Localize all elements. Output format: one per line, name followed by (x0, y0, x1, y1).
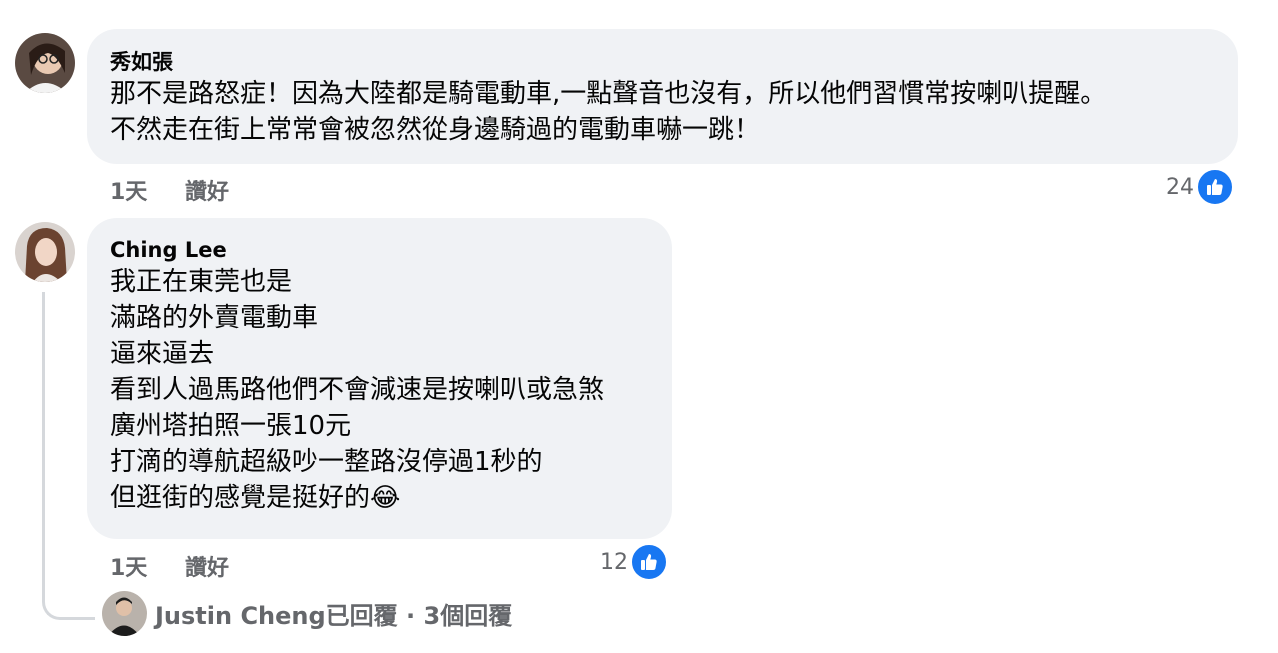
comment-text-line: 打滴的導航超級吵一整路沒停過1秒的 (110, 447, 543, 477)
reaction-summary[interactable]: 24 (1166, 168, 1234, 206)
reaction-summary[interactable]: 12 (600, 543, 668, 581)
comments-section: 秀如張 那不是路怒症！因為大陸都是騎電動車,一點聲音也沒有，所以他們習慣常按喇叭… (0, 0, 1278, 653)
comment-bubble: 秀如張 那不是路怒症！因為大陸都是騎電動車,一點聲音也沒有，所以他們習慣常按喇叭… (87, 29, 1238, 164)
comment-text-line: 那不是路怒症！因為大陸都是騎電動車,一點聲音也沒有，所以他們習慣常按喇叭提醒。 (110, 79, 1107, 109)
comment-author[interactable]: 秀如張 (110, 48, 1238, 76)
like-button[interactable]: 讚好 (185, 180, 229, 205)
comment-bubble: Ching Lee 我正在東莞也是 滿路的外賣電動車 逼來逼去 看到人過馬路他們… (87, 218, 672, 539)
like-thumb-icon (630, 543, 668, 581)
reaction-count: 12 (600, 549, 628, 575)
reaction-count: 24 (1166, 174, 1194, 200)
replies-summary-text[interactable]: Justin Cheng已回覆 · 3個回覆 (155, 596, 512, 631)
user-avatar-icon (102, 591, 147, 636)
like-button[interactable]: 讚好 (185, 556, 229, 581)
comment-text-line: 不然走在街上常常會被忽然從身邊騎過的電動車嚇一跳！ (110, 115, 761, 145)
tears-of-joy-emoji-icon: 😂 (370, 483, 401, 513)
comment-text-line: 看到人過馬路他們不會減速是按喇叭或急煞 (110, 375, 605, 405)
user-avatar-icon[interactable] (15, 33, 75, 93)
comment-text-line: 但逛街的感覺是挺好的😂 (110, 480, 672, 516)
comment-text-line: 逼來逼去 (110, 339, 215, 369)
comment-text-fragment: 但逛街的感覺是挺好的 (110, 483, 371, 513)
comment-timestamp[interactable]: 1天 (110, 180, 147, 205)
comment-timestamp[interactable]: 1天 (110, 556, 147, 581)
comment-meta: 1天 讚好 (110, 550, 259, 582)
comment-author[interactable]: Ching Lee (110, 236, 672, 264)
comment-text-line: 廣州塔拍照一張10元 (110, 411, 352, 441)
like-thumb-icon (1196, 168, 1234, 206)
comment-text-line: 滿路的外賣電動車 (110, 303, 319, 333)
comment-meta: 1天 讚好 (110, 174, 259, 206)
comment-text-line: 我正在東莞也是 (110, 267, 293, 297)
view-replies-link[interactable]: Justin Cheng已回覆 · 3個回覆 (102, 591, 512, 636)
user-avatar-icon[interactable] (15, 222, 75, 282)
